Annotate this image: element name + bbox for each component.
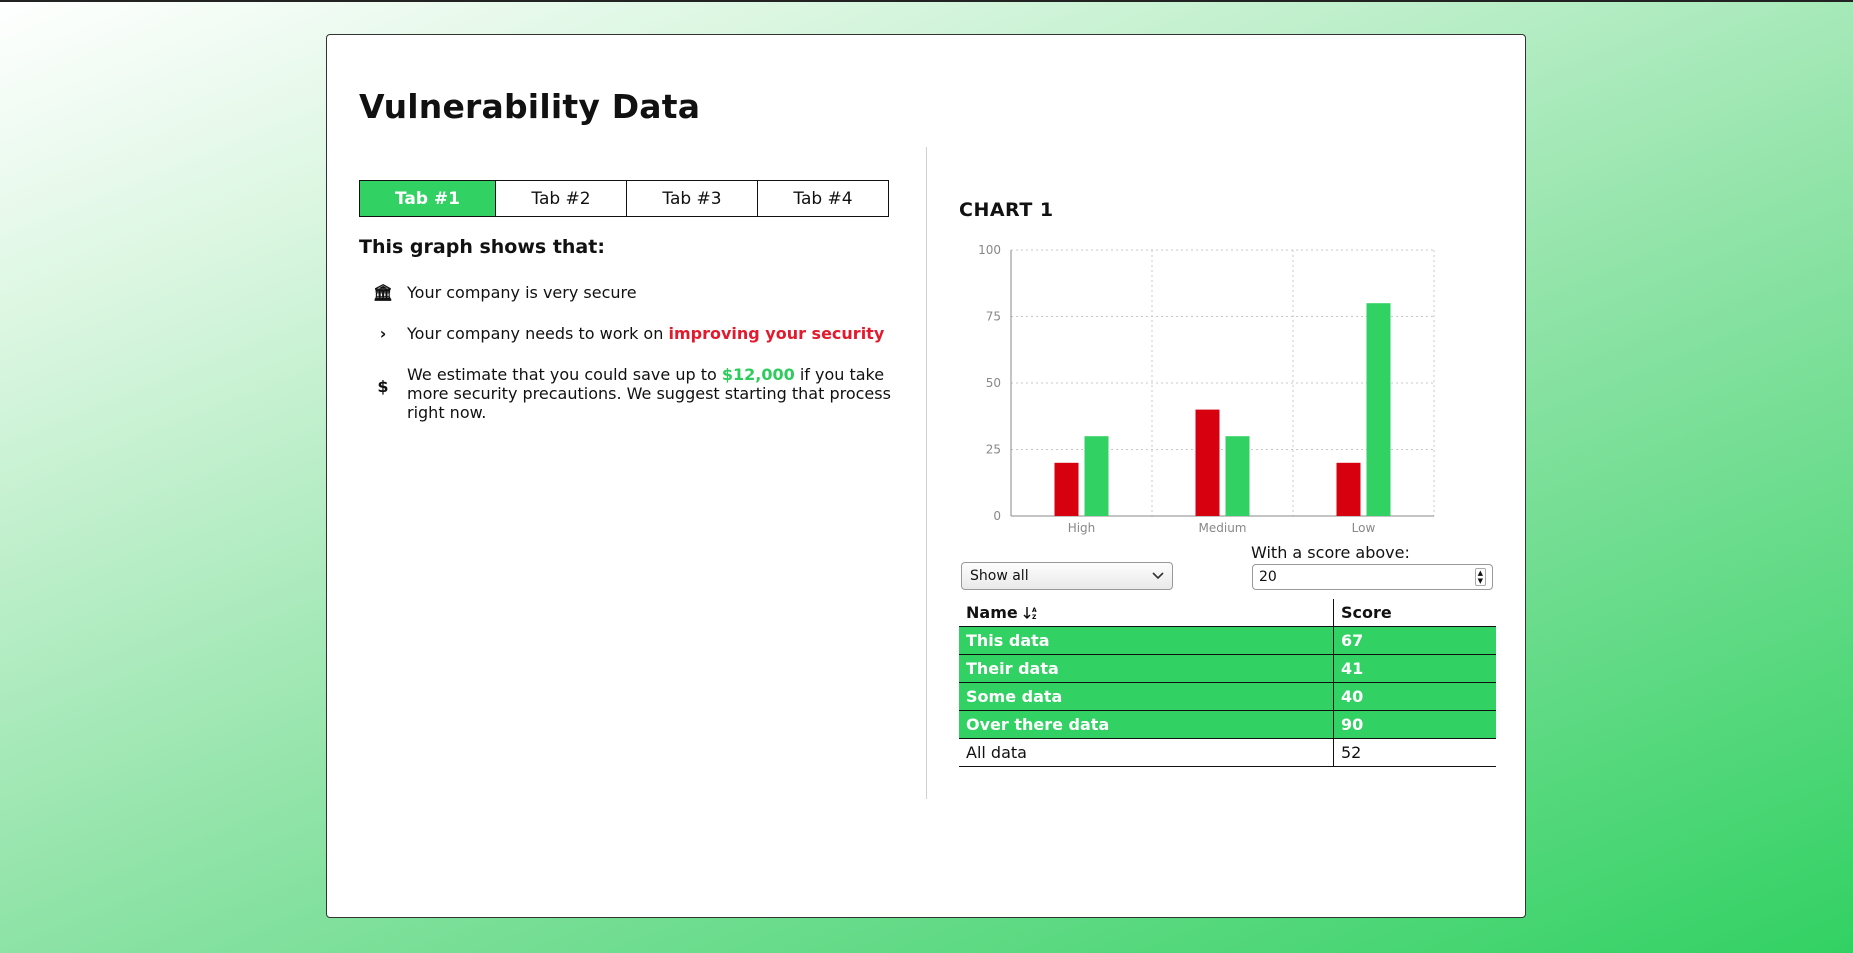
tab-1[interactable]: Tab #1: [359, 180, 496, 217]
y-tick-label: 100: [978, 243, 1001, 257]
bar: [1195, 409, 1220, 516]
row-score: 52: [1333, 738, 1496, 767]
number-spinner: ▲ ▼: [1474, 568, 1486, 586]
finding-text-lead: We estimate that you could save up to: [407, 365, 722, 384]
x-tick-label: Medium: [1199, 521, 1247, 535]
svg-text:Z: Z: [1032, 614, 1037, 620]
score-filter-label: With a score above:: [1251, 543, 1410, 562]
bank-icon: 🏛: [372, 283, 394, 302]
filter-selected-value: Show all: [970, 568, 1029, 584]
results-table: Name AZ Score This data 67 Their data 41…: [959, 599, 1496, 767]
vulnerability-card: Vulnerability Data Tab #1 Tab #2 Tab #3 …: [326, 34, 1526, 918]
row-score: 90: [1333, 710, 1496, 739]
table-row[interactable]: Over there data 90: [959, 710, 1496, 739]
bar: [1054, 462, 1079, 516]
table-row[interactable]: Some data 40: [959, 682, 1496, 711]
tab-3[interactable]: Tab #3: [626, 180, 758, 217]
finding-savings: $ We estimate that you could save up to …: [359, 365, 899, 422]
x-tick-label: High: [1068, 521, 1096, 535]
name-column-header[interactable]: Name AZ: [959, 599, 1334, 627]
y-tick-label: 0: [993, 509, 1001, 523]
score-threshold-input[interactable]: 20 ▲ ▼: [1252, 564, 1493, 590]
findings-list: 🏛 Your company is very secure › Your com…: [359, 283, 899, 444]
finding-highlight: improving your security: [668, 324, 885, 343]
spinner-down-icon[interactable]: ▼: [1476, 577, 1485, 585]
chevron-right-icon: ›: [379, 324, 387, 343]
y-tick-label: 50: [986, 376, 1001, 390]
finding-text-lead: Your company needs to work on: [407, 324, 669, 343]
table-row[interactable]: This data 67: [959, 626, 1496, 655]
top-border: [0, 0, 1853, 2]
bar: [1366, 303, 1391, 516]
savings-amount: $12,000: [721, 365, 795, 384]
row-score: 40: [1333, 682, 1496, 711]
table-row[interactable]: All data 52: [959, 738, 1496, 767]
svg-text:A: A: [1032, 607, 1037, 614]
row-name: This data: [959, 626, 1334, 655]
table-row[interactable]: Their data 41: [959, 654, 1496, 683]
bar: [1336, 462, 1361, 516]
table-header-row: Name AZ Score: [959, 599, 1496, 627]
row-name: Some data: [959, 682, 1334, 711]
sort-icon[interactable]: AZ: [1023, 606, 1039, 621]
chart-title: CHART 1: [959, 199, 1054, 221]
y-tick-label: 25: [986, 443, 1001, 457]
finding-text: We estimate that you could save up to $1…: [407, 365, 899, 422]
column-divider: [926, 147, 927, 799]
tab-4[interactable]: Tab #4: [757, 180, 889, 217]
row-score: 67: [1333, 626, 1496, 655]
finding-text: Your company needs to work on improving …: [407, 324, 899, 343]
x-tick-label: Low: [1352, 521, 1376, 535]
bar: [1084, 436, 1109, 516]
tab-bar: Tab #1 Tab #2 Tab #3 Tab #4: [359, 180, 889, 217]
chevron-down-icon: [1152, 572, 1164, 580]
page-title: Vulnerability Data: [359, 87, 701, 126]
name-header-label: Name: [966, 603, 1018, 622]
tab-2[interactable]: Tab #2: [495, 180, 627, 217]
finding-secure: 🏛 Your company is very secure: [359, 283, 899, 302]
show-filter-select[interactable]: Show all: [961, 562, 1173, 590]
score-column-header[interactable]: Score: [1334, 599, 1497, 627]
finding-improve: › Your company needs to work on improvin…: [359, 324, 899, 343]
row-name: Their data: [959, 654, 1334, 683]
finding-text: Your company is very secure: [407, 283, 637, 302]
bar-chart: 0 25 50 75 100 High Medium Low: [978, 243, 1435, 535]
bar: [1225, 436, 1250, 516]
y-tick-label: 75: [986, 310, 1001, 324]
score-threshold-value: 20: [1259, 569, 1277, 585]
spinner-up-icon[interactable]: ▲: [1476, 569, 1485, 577]
summary-heading: This graph shows that:: [359, 236, 605, 258]
row-name: Over there data: [959, 710, 1334, 739]
dollar-icon: $: [377, 377, 389, 396]
row-score: 41: [1333, 654, 1496, 683]
row-name: All data: [959, 738, 1334, 767]
